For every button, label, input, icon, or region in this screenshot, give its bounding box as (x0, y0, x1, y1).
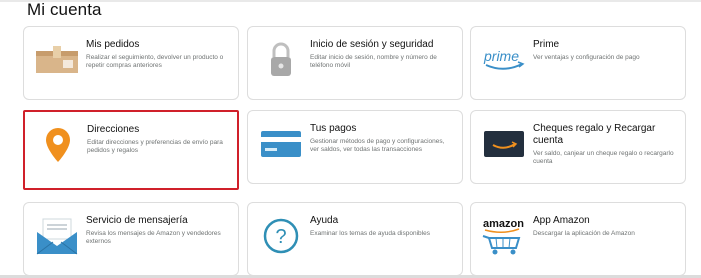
card-description: Revisa los mensajes de Amazon y vendedor… (86, 230, 221, 245)
location-pin-icon (35, 122, 81, 168)
amazon-logo-text: amazon (483, 218, 524, 230)
card-description: Examinar los temas de ayuda disponibles (310, 230, 430, 237)
card-title: Cheques regalo y Recargar cuenta (533, 123, 656, 146)
card-mis-pedidos[interactable]: Mis pedidos Realizar el seguimiento, dev… (23, 26, 239, 100)
lock-icon (258, 37, 304, 83)
credit-card-icon (258, 121, 304, 167)
card-description: Realizar el seguimiento, devolver un pro… (86, 54, 224, 69)
card-direcciones[interactable]: Direcciones Editar direcciones y prefere… (23, 110, 239, 190)
gift-card-icon (481, 121, 527, 167)
frame-top-border (0, 0, 701, 2)
card-title: Tus pagos (310, 123, 357, 134)
card-description: Ver saldo, canjear un cheque regalo o re… (533, 150, 674, 165)
card-description: Descargar la aplicación de Amazon (533, 230, 635, 237)
card-servicio-mensajeria[interactable]: Servicio de mensajería Revisa los mensaj… (23, 202, 239, 276)
card-description: Gestionar métodos de pago y configuracio… (310, 138, 445, 153)
amazon-cart-logo: amazon (481, 213, 527, 259)
card-cheques-regalo[interactable]: Cheques regalo y Recargar cuenta Ver sal… (470, 110, 686, 184)
card-description: Editar inicio de sesión, nombre y número… (310, 54, 437, 69)
package-icon (34, 37, 80, 83)
card-title: Inicio de sesión y seguridad (310, 39, 434, 50)
prime-logo: prime (481, 37, 527, 83)
message-envelope-icon (34, 213, 80, 259)
page-title: Mi cuenta (27, 0, 102, 19)
card-title: Servicio de mensajería (86, 215, 188, 226)
help-question-icon: ? (258, 213, 304, 259)
card-description: Editar direcciones y preferencias de env… (87, 139, 223, 154)
prime-logo-text: prime (483, 48, 519, 64)
card-title: Prime (533, 39, 560, 50)
svg-text:?: ? (275, 226, 286, 248)
card-title: Ayuda (310, 215, 339, 226)
card-prime[interactable]: prime Prime Ver ventajas y configuración… (470, 26, 686, 100)
card-title: Direcciones (87, 124, 140, 135)
card-tus-pagos[interactable]: Tus pagos Gestionar métodos de pago y co… (247, 110, 463, 184)
card-title: Mis pedidos (86, 39, 140, 50)
card-inicio-sesion-seguridad[interactable]: Inicio de sesión y seguridad Editar inic… (247, 26, 463, 100)
card-ayuda[interactable]: ? Ayuda Examinar los temas de ayuda disp… (247, 202, 463, 276)
card-description: Ver ventajas y configuración de pago (533, 54, 640, 61)
card-title: App Amazon (533, 215, 590, 226)
card-app-amazon[interactable]: amazon App Amazon Descargar la aplicació… (470, 202, 686, 276)
